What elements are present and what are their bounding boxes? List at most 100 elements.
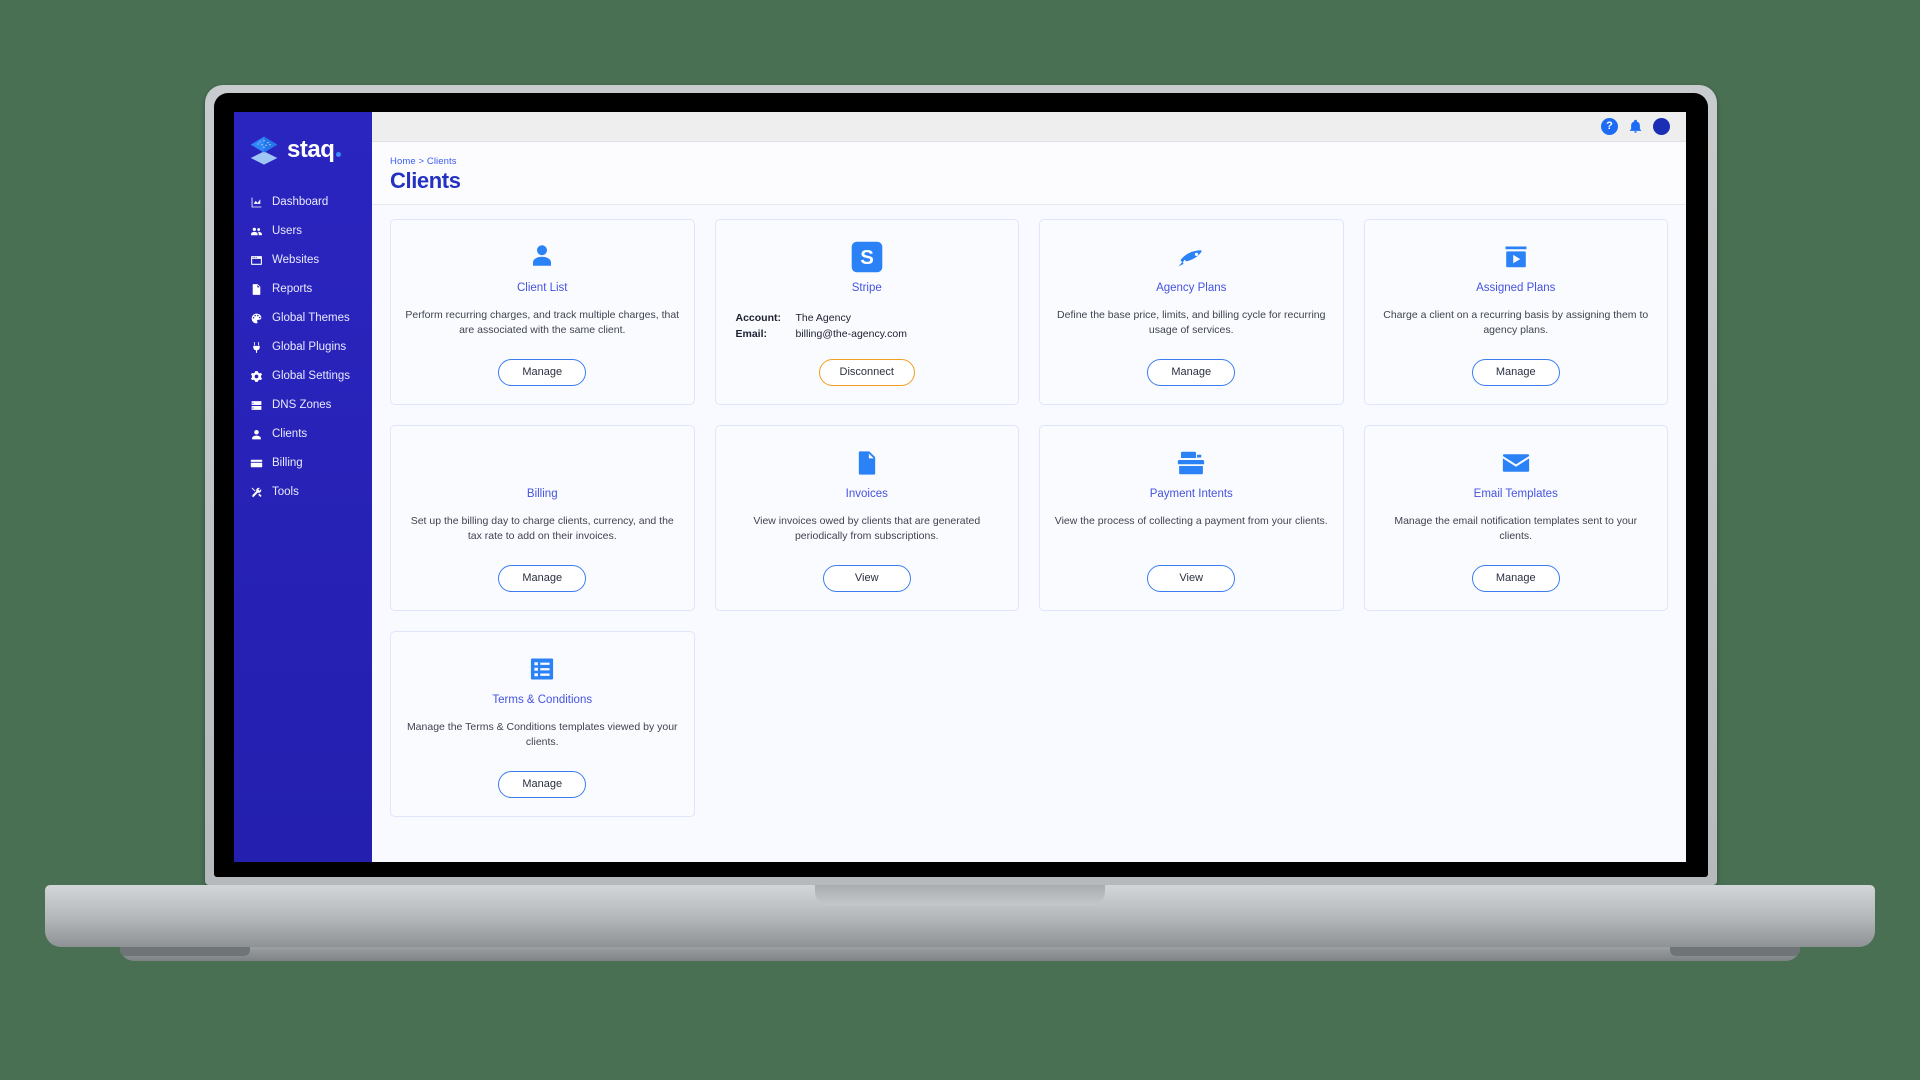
kv-row-account: Account: The Agency xyxy=(736,310,1005,326)
billing-button[interactable]: Manage xyxy=(498,565,587,593)
card-stripe: S Stripe Account: The Agency Email: billing@t… xyxy=(714,219,1019,406)
palette-icon xyxy=(250,312,263,325)
laptop-foot-notch-left xyxy=(120,947,250,956)
kv-value-account: The Agency xyxy=(795,312,851,325)
card-email-templates: Email Templates Manage the email notifica… xyxy=(1363,425,1668,612)
sidebar-item-websites[interactable]: Websites xyxy=(234,246,372,275)
sidebar-item-tools[interactable]: Tools xyxy=(234,478,372,507)
content-column: ? Home > Clients Clients Client List Perf… xyxy=(372,112,1686,862)
stripe-icon: S xyxy=(850,240,884,274)
card-title: Agency Plans xyxy=(1156,282,1227,295)
sidebar-item-label: Dashboard xyxy=(272,195,329,208)
sidebar-item-global-plugins[interactable]: Global Plugins xyxy=(234,333,372,362)
person-icon xyxy=(250,428,263,441)
assigned-plans-icon xyxy=(1502,240,1530,274)
card-description: View the process of collecting a payment… xyxy=(1054,514,1328,527)
top-bar: ? xyxy=(372,112,1686,142)
invoices-button[interactable]: View xyxy=(822,565,911,593)
laptop-foot-notch-right xyxy=(1670,947,1800,956)
staq-layers-icon xyxy=(248,134,280,166)
stripe-button[interactable]: Disconnect xyxy=(818,359,915,387)
chart-bar-icon xyxy=(250,196,263,209)
kv-key-account: Account: xyxy=(735,312,782,325)
sidebar-item-label: Billing xyxy=(272,456,303,469)
sidebar-item-label: Clients xyxy=(272,427,308,440)
card-description: Perform recurring charges, and track mul… xyxy=(405,308,680,337)
sidebar-item-label: Global Settings xyxy=(272,369,350,382)
server-icon xyxy=(250,399,263,412)
notifications-button[interactable] xyxy=(1628,119,1643,134)
avatar-button[interactable] xyxy=(1653,118,1670,135)
sidebar-item-label: Reports xyxy=(272,282,313,295)
webcam-notch xyxy=(866,93,1056,107)
sidebar-nav-list: Dashboard Users Websites Reports Global Them… xyxy=(234,188,372,507)
sidebar: staq Dashboard Users Websites Reports Global… xyxy=(234,112,372,862)
app-logo[interactable]: staq xyxy=(234,122,372,188)
assigned-plans-button[interactable]: Manage xyxy=(1471,359,1560,387)
sidebar-item-label: Websites xyxy=(272,253,320,266)
document-icon xyxy=(250,283,263,296)
card-terms-conditions: Terms & Conditions Manage the Terms & Con… xyxy=(390,631,695,818)
kv-row-email: Email: billing@the-agency.com xyxy=(736,326,1005,342)
users-icon xyxy=(250,225,263,238)
sidebar-item-billing[interactable]: Billing xyxy=(234,449,372,478)
kv-value-email: billing@the-agency.com xyxy=(795,328,907,341)
breadcrumb[interactable]: Home > Clients xyxy=(390,156,1686,167)
invoice-icon xyxy=(853,446,881,480)
payment-intents-button[interactable]: View xyxy=(1147,565,1236,593)
laptop-mockup: staq Dashboard Users Websites Reports Global… xyxy=(0,0,1920,1080)
sidebar-item-users[interactable]: Users xyxy=(234,217,372,246)
card-description: Define the base price, limits, and billi… xyxy=(1057,308,1326,337)
card-invoices: Invoices View invoices owed by clients th… xyxy=(714,425,1019,612)
sidebar-item-global-settings[interactable]: Global Settings xyxy=(234,362,372,391)
client-list-button[interactable]: Manage xyxy=(498,359,587,387)
card-title: Assigned Plans xyxy=(1476,282,1556,295)
cards-scroll-area[interactable]: Client List Perform recurring charges, an… xyxy=(372,205,1686,862)
card-title: Invoices xyxy=(845,488,888,501)
sidebar-item-reports[interactable]: Reports xyxy=(234,275,372,304)
card-assigned-plans: Assigned Plans Charge a client on a recur… xyxy=(1363,219,1668,406)
terms-conditions-button[interactable]: Manage xyxy=(498,771,587,799)
card-title: Client List xyxy=(517,282,568,295)
sidebar-item-global-themes[interactable]: Global Themes xyxy=(234,304,372,333)
logo-wordmark: staq xyxy=(287,136,342,163)
gear-icon xyxy=(250,370,263,383)
list-document-icon xyxy=(528,652,556,686)
sidebar-item-label: Tools xyxy=(272,485,299,498)
wrench-screwdriver-icon xyxy=(250,486,263,499)
help-button[interactable]: ? xyxy=(1601,118,1618,135)
laptop-base-lip xyxy=(815,885,1105,905)
card-description: Manage the email notification templates … xyxy=(1394,514,1638,543)
avatar xyxy=(1653,118,1670,135)
card-title: Email Templates xyxy=(1473,488,1558,501)
card-title: Terms & Conditions xyxy=(492,694,593,707)
card-client-list: Client List Perform recurring charges, an… xyxy=(390,219,695,406)
agency-plans-button[interactable]: Manage xyxy=(1147,359,1236,387)
email-templates-button[interactable]: Manage xyxy=(1471,565,1560,593)
sidebar-item-label: Global Themes xyxy=(272,311,350,324)
page-title: Clients xyxy=(390,168,461,193)
card-title: Payment Intents xyxy=(1149,488,1233,501)
sidebar-item-label: Users xyxy=(272,224,303,237)
browser-window-icon xyxy=(250,254,263,267)
card-title: Billing xyxy=(526,488,558,501)
sidebar-item-label: DNS Zones xyxy=(272,398,332,411)
logo-dot xyxy=(336,152,342,157)
card-description: Set up the billing day to charge clients… xyxy=(410,514,674,543)
sidebar-item-clients[interactable]: Clients xyxy=(234,420,372,449)
logo-label: staq xyxy=(287,136,335,163)
card-description: Charge a client on a recurring basis by … xyxy=(1383,308,1649,337)
browser-viewport: staq Dashboard Users Websites Reports Global… xyxy=(234,112,1686,862)
question-mark-icon: ? xyxy=(1601,118,1618,135)
laptop-foot xyxy=(120,947,1800,961)
card-description: View invoices owed by clients that are g… xyxy=(753,514,981,543)
envelope-icon xyxy=(1501,446,1531,480)
sidebar-item-dashboard[interactable]: Dashboard xyxy=(234,188,372,217)
staq-admin-app: staq Dashboard Users Websites Reports Global… xyxy=(234,112,1686,862)
credit-card-icon xyxy=(250,457,263,470)
card-agency-plans: Agency Plans Define the base price, limit… xyxy=(1039,219,1344,406)
sidebar-item-dns-zones[interactable]: DNS Zones xyxy=(234,391,372,420)
plug-icon xyxy=(250,341,263,354)
sidebar-item-label: Global Plugins xyxy=(272,340,347,353)
kv-key-email: Email: xyxy=(735,328,768,341)
